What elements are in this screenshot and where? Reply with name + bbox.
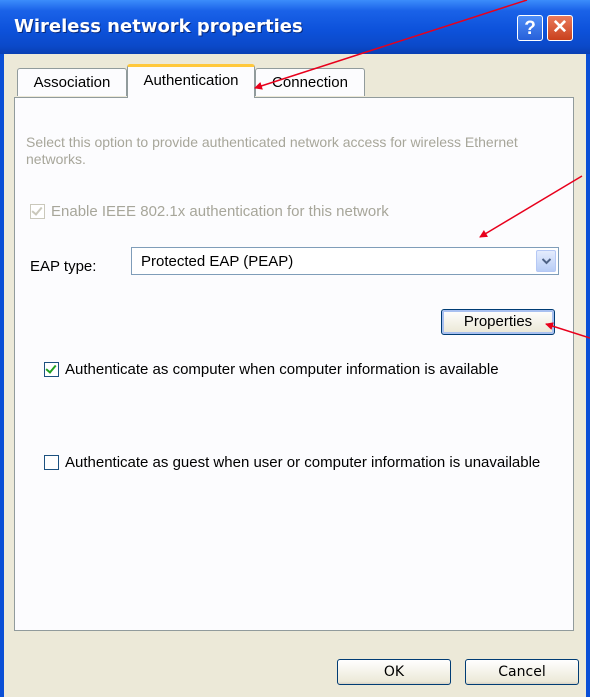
help-button[interactable]: ? bbox=[517, 15, 543, 41]
eap-type-dropdown[interactable]: Protected EAP (PEAP) bbox=[131, 247, 559, 275]
ieee-8021x-label: Enable IEEE 802.1x authentication for th… bbox=[51, 203, 389, 220]
eap-type-label: EAP type: bbox=[30, 258, 97, 275]
guest-auth-checkbox[interactable] bbox=[44, 455, 59, 470]
chevron-down-icon[interactable] bbox=[536, 250, 556, 272]
ieee-8021x-option: Enable IEEE 802.1x authentication for th… bbox=[30, 203, 389, 220]
guest-auth-label[interactable]: Authenticate as guest when user or compu… bbox=[65, 454, 540, 472]
dialog-body: Association Authentication Connection Se… bbox=[4, 54, 586, 697]
window-title: Wireless network properties bbox=[14, 16, 303, 37]
ok-button[interactable]: OK bbox=[337, 659, 451, 685]
cancel-button[interactable]: Cancel bbox=[465, 659, 579, 685]
title-bar[interactable]: Wireless network properties ? ✕ bbox=[0, 0, 590, 54]
tab-authentication[interactable]: Authentication bbox=[127, 64, 255, 98]
computer-auth-option[interactable]: Authenticate as computer when computer i… bbox=[44, 361, 499, 378]
close-button[interactable]: ✕ bbox=[547, 15, 573, 41]
tab-association[interactable]: Association bbox=[17, 68, 127, 96]
computer-auth-label[interactable]: Authenticate as computer when computer i… bbox=[65, 361, 499, 378]
tab-connection[interactable]: Connection bbox=[255, 68, 365, 96]
dialog-window: Wireless network properties ? ✕ Associat… bbox=[0, 0, 590, 697]
computer-auth-checkbox[interactable] bbox=[44, 362, 59, 377]
description-text: Select this option to provide authentica… bbox=[26, 134, 518, 167]
ieee-8021x-checkbox bbox=[30, 204, 45, 219]
properties-button[interactable]: Properties bbox=[441, 309, 555, 335]
eap-type-value: Protected EAP (PEAP) bbox=[141, 253, 294, 270]
guest-auth-option[interactable]: Authenticate as guest when user or compu… bbox=[44, 454, 564, 472]
